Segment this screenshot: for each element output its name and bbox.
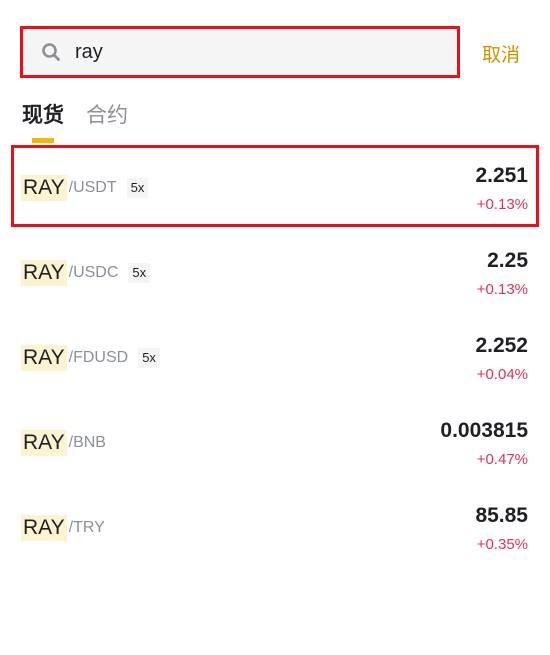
pair-change: +0.04% — [476, 366, 528, 383]
pair-quote: /TRY — [68, 519, 105, 536]
pair-price: 85.85 — [475, 504, 528, 527]
pair-base: RAY — [21, 515, 67, 541]
pair-price: 2.25 — [487, 249, 528, 272]
search-icon — [41, 42, 61, 62]
pair-change: +0.35% — [476, 536, 528, 553]
pair-price: 2.252 — [475, 334, 528, 357]
pair-row-ray-fdusd[interactable]: RAY /FDUSD 5x 2.252 +0.04% — [0, 315, 550, 400]
pair-base: RAY — [21, 345, 67, 371]
tab-label: 现货 — [22, 103, 64, 127]
pair-row-ray-usdt[interactable]: RAY /USDT 5x 2.251 +0.13% — [0, 145, 550, 230]
market-tabs: 现货 合约 — [22, 100, 150, 144]
leverage-badge: 5x — [128, 263, 151, 283]
leverage-badge: 5x — [138, 348, 160, 368]
pair-row-ray-try[interactable]: RAY /TRY 85.85 +0.35% — [0, 485, 550, 570]
pair-change: +0.47% — [476, 451, 528, 468]
pair-change: +0.13% — [476, 196, 528, 213]
pair-quote: /BNB — [68, 434, 106, 451]
pair-price: 2.251 — [475, 164, 528, 187]
pair-base: RAY — [21, 430, 67, 456]
search-input[interactable] — [75, 40, 405, 64]
tab-futures[interactable]: 合约 — [86, 100, 128, 144]
pair-price: 0.003815 — [440, 419, 528, 442]
leverage-badge: 5x — [126, 178, 149, 198]
pair-change: +0.13% — [476, 281, 528, 298]
cancel-button[interactable]: 取消 — [482, 40, 520, 67]
tab-spot[interactable]: 现货 — [22, 100, 64, 144]
pair-base: RAY — [21, 175, 67, 201]
search-bar: 取消 — [0, 0, 550, 90]
pair-row-ray-usdc[interactable]: RAY /USDC 5x 2.25 +0.13% — [0, 230, 550, 315]
pair-base: RAY — [21, 260, 67, 286]
tab-active-indicator — [32, 138, 54, 143]
tab-label: 合约 — [86, 103, 128, 127]
pair-row-ray-bnb[interactable]: RAY /BNB 0.003815 +0.47% — [0, 400, 550, 485]
search-box[interactable] — [20, 26, 460, 78]
pair-quote: /FDUSD — [68, 349, 129, 366]
pair-quote: /USDC — [68, 264, 119, 281]
pair-quote: /USDT — [68, 179, 117, 196]
